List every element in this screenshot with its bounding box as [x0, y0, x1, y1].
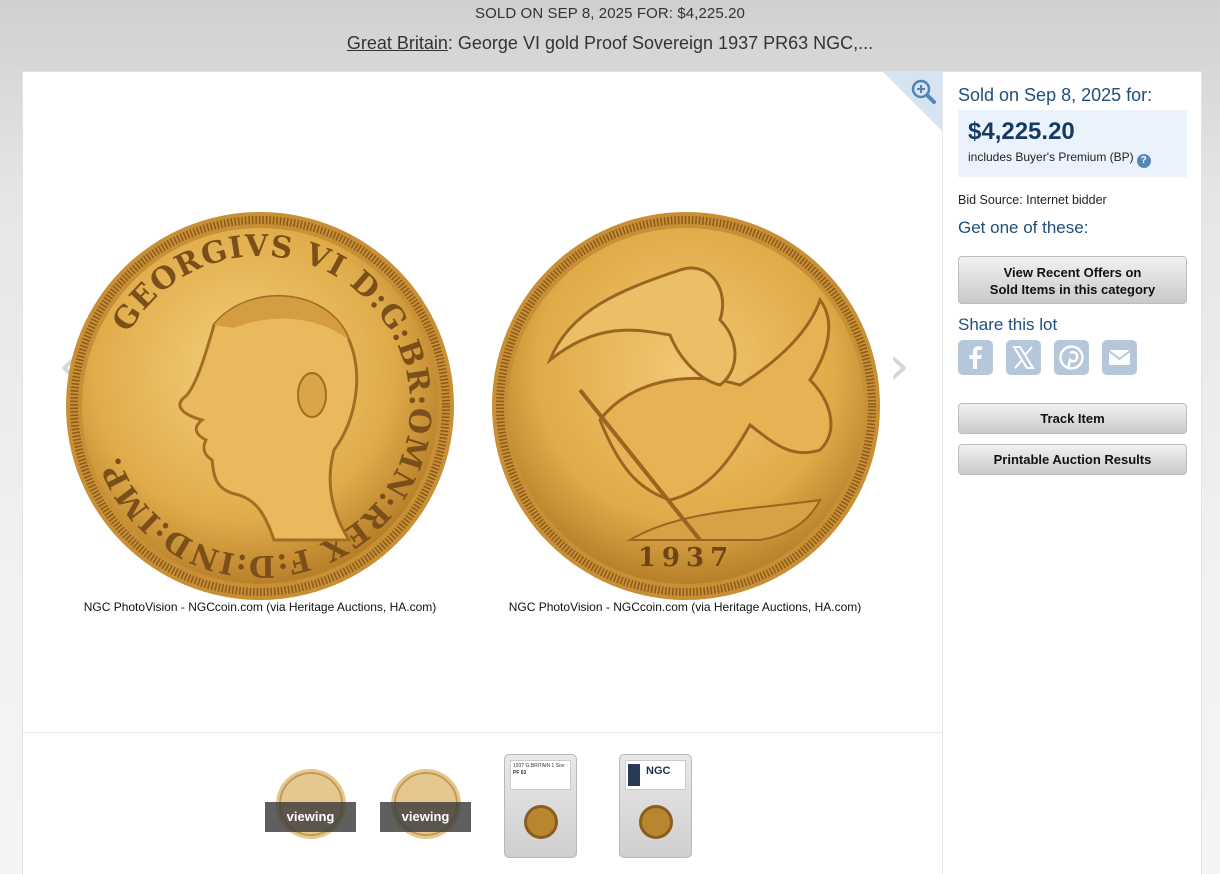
coin-obverse-image: GEORGIVS VI D:G:BR:OMN:REX F:D:IND:IMP.: [66, 212, 454, 600]
lot-panel: ‹ › GEORGIVS VI D:G:BR:OMN:REX F:D:IND:I…: [22, 71, 1202, 874]
reverse-date: 1937: [638, 543, 734, 573]
obverse-caption: NGC PhotoVision - NGCcoin.com (via Herit…: [83, 600, 437, 614]
reverse-caption: NGC PhotoVision - NGCcoin.com (via Herit…: [508, 600, 862, 614]
thumbnail-slab-back[interactable]: NGC: [619, 754, 692, 858]
slab-label: 1937 G.BRITAIN 1 Sov PF 63: [510, 760, 571, 790]
sold-price: $4,225.20: [968, 118, 1075, 145]
thumbnail-strip: viewing viewing 1937 G.BRITAIN 1 Sov PF …: [23, 734, 943, 874]
category-link[interactable]: Great Britain: [347, 33, 448, 53]
next-image-button[interactable]: ›: [881, 339, 917, 393]
track-item-button[interactable]: Track Item: [958, 403, 1187, 434]
slab-label-text: 1937 G.BRITAIN 1 Sov: [513, 763, 565, 769]
offers-button-line1: View Recent Offers on: [1003, 265, 1142, 280]
lot-title: Great Britain: George VI gold Proof Sove…: [0, 33, 1220, 54]
help-icon[interactable]: ?: [1136, 154, 1151, 168]
slab-coin: [639, 805, 673, 839]
share-heading: Share this lot: [958, 315, 1058, 334]
printable-results-button[interactable]: Printable Auction Results: [958, 444, 1187, 475]
bp-note-text: includes Buyer's Premium (BP): [968, 150, 1134, 164]
coin-reverse-image: 1937: [492, 212, 880, 600]
ngc-logo-block: [628, 764, 640, 786]
price-box: $4,225.20 includes Buyer's Premium (BP)?: [958, 110, 1187, 177]
email-icon[interactable]: [1102, 340, 1137, 375]
viewing-badge: viewing: [380, 802, 471, 832]
zoom-icon[interactable]: [883, 72, 943, 132]
sold-on-label: Sold on Sep 8, 2025 for:: [958, 85, 1153, 105]
bid-source: Bid Source: Internet bidder: [958, 193, 1107, 207]
get-one-heading: Get one of these:: [958, 218, 1089, 237]
sold-header: SOLD ON SEP 8, 2025 FOR: $4,225.20: [475, 5, 745, 22]
bp-note: includes Buyer's Premium (BP)?: [968, 150, 1151, 168]
slab-grade-text: PF 63: [513, 770, 527, 776]
viewing-badge: viewing: [265, 802, 356, 832]
slab-coin: [524, 805, 558, 839]
pinterest-icon[interactable]: [1054, 340, 1089, 375]
slab-label: NGC: [625, 760, 686, 790]
offers-button-line2: Sold Items in this category: [989, 282, 1156, 297]
thumbnail-reverse[interactable]: viewing: [380, 764, 471, 844]
thumbnail-obverse[interactable]: viewing: [265, 764, 356, 844]
thumbnail-slab-front[interactable]: 1937 G.BRITAIN 1 Sov PF 63: [504, 754, 577, 858]
facebook-icon[interactable]: [958, 340, 993, 375]
ngc-logo-text: NGC: [646, 765, 671, 777]
lot-title-text: : George VI gold Proof Sovereign 1937 PR…: [447, 33, 874, 53]
image-viewer[interactable]: ‹ › GEORGIVS VI D:G:BR:OMN:REX F:D:IND:I…: [23, 72, 943, 733]
view-recent-offers-button[interactable]: View Recent Offers on Sold Items in this…: [958, 256, 1187, 304]
x-twitter-icon[interactable]: [1006, 340, 1041, 375]
